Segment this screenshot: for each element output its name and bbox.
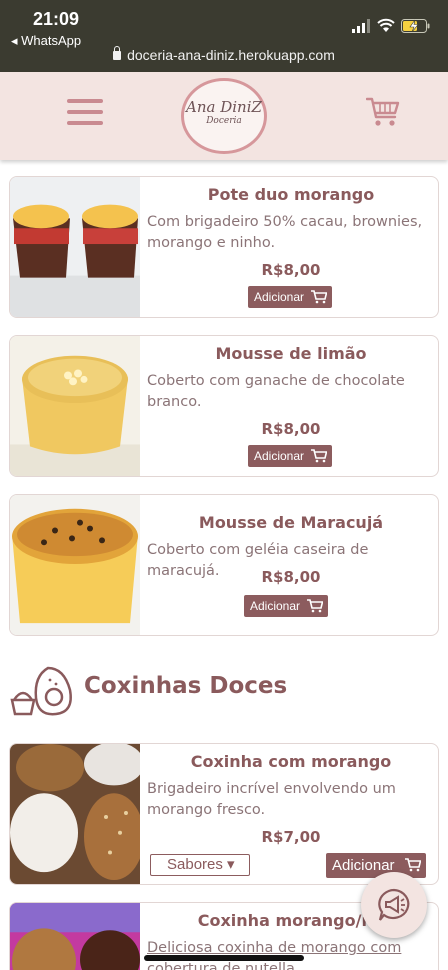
lock-icon — [113, 46, 122, 60]
shopping-cart-icon[interactable] — [366, 96, 400, 128]
logo-subtitle: Doceria — [206, 116, 242, 126]
cart-icon — [311, 449, 327, 463]
product-name: Mousse de limão — [215, 344, 367, 363]
megaphone-icon — [378, 888, 410, 921]
chat-button[interactable] — [361, 872, 427, 938]
cart-icon — [311, 290, 327, 304]
product-card: Mousse de limão Coberto com ganache de c… — [9, 335, 439, 477]
cart-icon — [405, 858, 421, 872]
product-photo — [10, 744, 140, 884]
status-bar: 21:09 ◂ WhatsApp doceria-ana-diniz.herok… — [0, 0, 448, 72]
logo-name: Ana DiniZ — [186, 98, 262, 116]
product-name: Pote duo morango — [207, 185, 375, 204]
home-indicator — [144, 955, 304, 961]
coxinha-icon — [10, 666, 72, 716]
product-card: Pote duo morango Com brigadeiro 50% caca… — [9, 176, 439, 318]
product-price: R$7,00 — [261, 828, 321, 846]
add-button-label: Adicionar — [332, 857, 395, 874]
product-price: R$8,00 — [261, 568, 321, 586]
add-to-cart-button[interactable]: Adicionar — [248, 286, 332, 308]
add-to-cart-button[interactable]: Adicionar — [326, 853, 426, 878]
cart-icon — [307, 599, 323, 613]
section-title: Coxinhas Doces — [84, 673, 288, 699]
product-price: R$8,00 — [261, 261, 321, 279]
add-to-cart-button[interactable]: Adicionar — [244, 595, 328, 617]
hamburger-icon[interactable] — [67, 99, 103, 125]
add-button-label: Adicionar — [254, 290, 305, 304]
product-description: Com brigadeiro 50% cacau, brownies, mora… — [147, 214, 423, 251]
product-name: Mousse de Maracujá — [198, 513, 384, 532]
product-photo — [10, 495, 140, 635]
signal-icon — [352, 19, 370, 33]
product-description: Deliciosa coxinha de morango com cobertu… — [147, 940, 402, 970]
wifi-icon — [377, 18, 395, 32]
product-price: R$8,00 — [261, 420, 321, 438]
product-card: Coxinha com morango Brigadeiro incrível … — [9, 743, 439, 885]
add-to-cart-button[interactable]: Adicionar — [248, 445, 332, 467]
product-photo — [10, 177, 140, 317]
add-button-label: Adicionar — [250, 599, 301, 613]
product-photo — [10, 336, 140, 476]
brand-logo[interactable]: Ana DiniZ Doceria — [181, 78, 267, 154]
product-photo — [10, 903, 140, 970]
address-bar[interactable]: doceria-ana-diniz.herokuapp.com — [0, 46, 448, 63]
battery-charging-icon — [401, 19, 430, 33]
product-name: Coxinha com morango — [190, 752, 392, 771]
url-text: doceria-ana-diniz.herokuapp.com — [127, 47, 335, 63]
status-time: 21:09 — [33, 9, 80, 29]
product-card: Mousse de Maracujá Coberto com geléia ca… — [9, 494, 439, 636]
product-description: Brigadeiro incrível envolvendo um morang… — [147, 781, 396, 818]
product-description: Coberto com ganache de chocolate branco. — [147, 373, 405, 410]
add-button-label: Adicionar — [254, 449, 305, 463]
flavors-select[interactable]: Sabores ▾ — [150, 854, 250, 876]
